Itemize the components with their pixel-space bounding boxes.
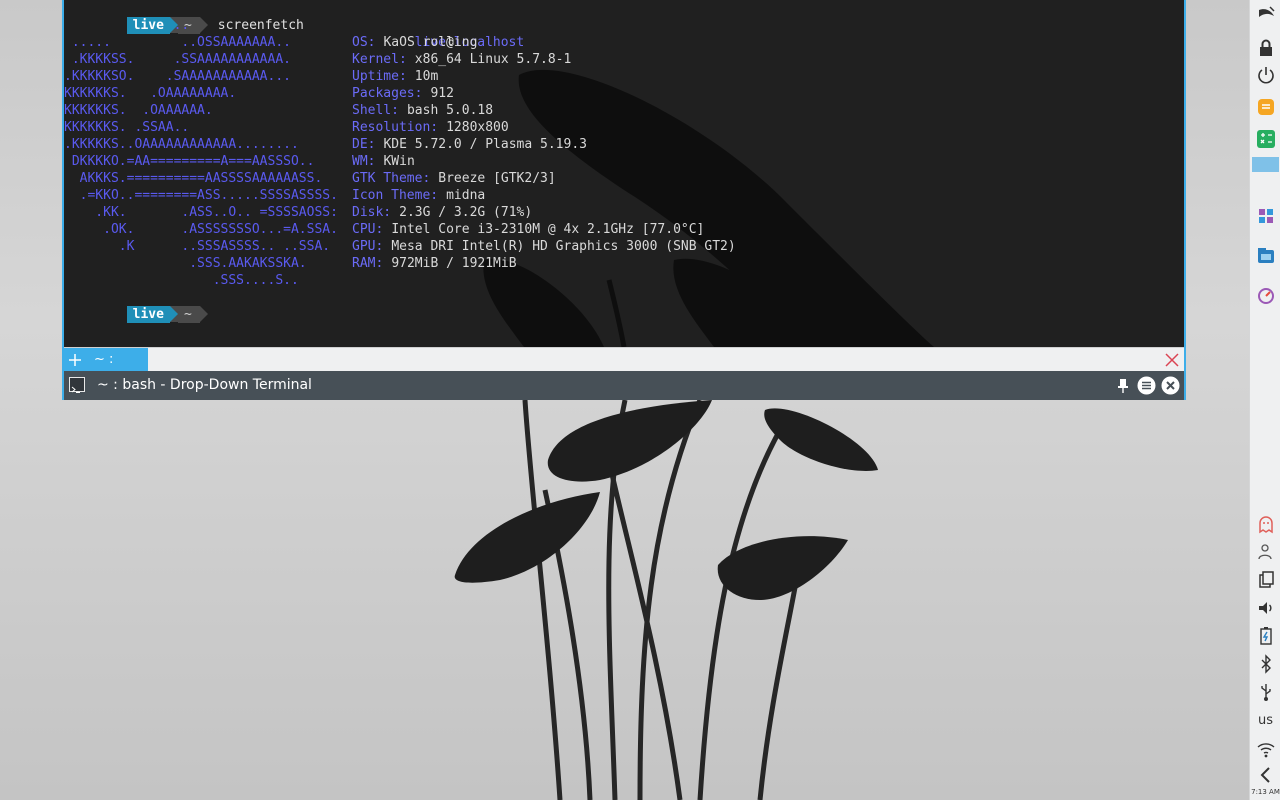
info-row: Disk: 2.3G / 3.2G (71%) — [352, 204, 532, 221]
volume-icon[interactable] — [1256, 598, 1276, 618]
system-monitor-icon[interactable] — [1256, 286, 1276, 306]
info-row: Resolution: 1280x800 — [352, 119, 509, 136]
ascii-logo-line: .OK. .ASSSSSSSO...=A.SSA. — [64, 222, 338, 237]
info-row: OS: KaOS rolling — [352, 34, 477, 51]
ascii-logo-line: .KKKKKSO. .SAAAAAAAAAAA... — [64, 69, 291, 84]
info-row: Kernel: x86_64 Linux 5.7.8-1 — [352, 51, 571, 68]
close-window-icon[interactable] — [1161, 376, 1180, 395]
bluetooth-icon[interactable] — [1256, 654, 1276, 674]
ghost-icon[interactable] — [1256, 514, 1276, 534]
info-row: RAM: 972MiB / 1921MiB — [352, 255, 517, 272]
ascii-logo-line: .KKKKSS. .SSAAAAAAAAAAA. — [64, 52, 291, 67]
terminal-icon — [69, 377, 85, 393]
close-tab-icon[interactable] — [1164, 352, 1180, 368]
ascii-logo-line: .KK. .ASS..O.. =SSSSAOSS: — [64, 205, 338, 220]
info-value: Mesa DRI Intel(R) HD Graphics 3000 (SNB … — [391, 239, 736, 254]
info-key: Packages: — [352, 86, 423, 101]
ascii-logo-line: .=KKO..========ASS.....SSSSASSSS. — [64, 188, 338, 203]
info-row: GTK Theme: Breeze [GTK2/3] — [352, 170, 556, 187]
info-key: CPU: — [352, 222, 384, 237]
battery-icon[interactable] — [1256, 626, 1276, 646]
info-key: Uptime: — [352, 69, 407, 84]
keyboard-layout-indicator[interactable]: us — [1250, 713, 1280, 728]
info-value: 1280x800 — [446, 120, 509, 135]
info-key: Resolution: — [352, 120, 439, 135]
info-value: KaOS rolling — [383, 35, 478, 50]
usb-device-icon[interactable] — [1256, 682, 1276, 702]
power-icon[interactable] — [1256, 65, 1276, 85]
info-key: GTK Theme: — [352, 171, 431, 186]
info-key: OS: — [352, 35, 376, 50]
lock-icon[interactable] — [1256, 38, 1276, 58]
ascii-logo-line: .SSS.AAKAKSSKA. — [64, 256, 307, 271]
new-tab-icon[interactable] — [68, 353, 82, 367]
info-row: GPU: Mesa DRI Intel(R) HD Graphics 3000 (… — [352, 238, 736, 255]
info-value: 972MiB / 1921MiB — [391, 256, 517, 271]
terminal-titlebar[interactable]: ~ : bash - Drop-Down Terminal — [64, 371, 1184, 400]
info-key: Icon Theme: — [352, 188, 439, 203]
prompt-line: live ~ screenfetch — [64, 0, 304, 34]
ascii-logo-line: .K ..SSSASSSS.. ..SSA. — [64, 239, 331, 254]
chevron-left-icon[interactable] — [1256, 765, 1276, 785]
active-task-indicator[interactable] — [1252, 157, 1279, 172]
ascii-logo-line: ..... ..OSSAAAAAAA.. — [64, 35, 291, 50]
info-key: Disk: — [352, 205, 392, 220]
info-row: Shell: bash 5.0.18 — [352, 102, 493, 119]
info-value: KDE 5.72.0 / Plasma 5.19.3 — [383, 137, 587, 152]
info-value: 912 — [430, 86, 454, 101]
info-key: WM: — [352, 154, 376, 169]
prompt-dir-segment-2: ~ — [177, 306, 200, 323]
clipboard-icon[interactable] — [1256, 570, 1276, 590]
ascii-logo-line: KKKKKKS. .SSAA.. — [64, 120, 190, 135]
desktop[interactable]: live ~ screenfetch live@localhost .. .....… — [0, 0, 1280, 800]
info-key: Shell: — [352, 103, 399, 118]
windows-app-icon[interactable] — [1256, 206, 1276, 226]
ascii-logo-line: .KKKKKS..OAAAAAAAAAAAA........ — [64, 137, 299, 152]
ascii-logo-line: AKKKS.==========AASSSSAAAAAASS. — [64, 171, 323, 186]
command-text: screenfetch — [217, 18, 304, 33]
tab-bar: ~ : bash — [64, 347, 1184, 391]
notes-app-icon[interactable] — [1256, 97, 1276, 117]
info-key: Kernel: — [352, 52, 407, 67]
ascii-logo-line: DKKKKO.=AA=========A===AASSSO.. — [64, 154, 315, 169]
info-value: midna — [446, 188, 486, 203]
prompt-line-2: live ~ — [64, 289, 208, 323]
dropdown-terminal-window[interactable]: live ~ screenfetch live@localhost .. .....… — [62, 0, 1186, 400]
wifi-icon[interactable] — [1256, 739, 1276, 759]
info-value: Breeze [GTK2/3] — [438, 171, 556, 186]
ascii-logo-line: .. — [64, 18, 190, 33]
info-key: GPU: — [352, 239, 384, 254]
file-manager-icon[interactable] — [1256, 246, 1276, 266]
info-row: WM: KWin — [352, 153, 415, 170]
info-row: DE: KDE 5.72.0 / Plasma 5.19.3 — [352, 136, 587, 153]
ascii-logo-line: KKKKKKS. .OAAAAAA. — [64, 103, 213, 118]
info-header: live@localhost — [352, 17, 525, 50]
info-value: KWin — [383, 154, 415, 169]
info-value: Intel Core i3-2310M @ 4x 2.1GHz [77.0°C] — [391, 222, 705, 237]
prompt-user-segment-2: live — [126, 306, 170, 323]
terminal-output[interactable]: live ~ screenfetch live@localhost .. .....… — [64, 0, 1184, 347]
info-value: x86_64 Linux 5.7.8-1 — [414, 52, 572, 67]
info-row: CPU: Intel Core i3-2310M @ 4x 2.1GHz [77.… — [352, 221, 704, 238]
info-value: 2.3G / 3.2G (71%) — [399, 205, 533, 220]
info-row: Packages: 912 — [352, 85, 454, 102]
info-value: bash 5.0.18 — [406, 103, 494, 118]
pin-icon[interactable] — [1116, 378, 1130, 393]
menu-icon[interactable] — [1137, 376, 1156, 395]
info-key: DE: — [352, 137, 376, 152]
window-title: ~ : bash - Drop-Down Terminal — [97, 377, 312, 393]
info-key: RAM: — [352, 256, 384, 271]
clock[interactable]: 7:13 AM — [1250, 788, 1280, 796]
ascii-logo-line: KKKKKKS. .OAAAAAAAA. — [64, 86, 237, 101]
plasma-panel: us 7:13 AM — [1249, 0, 1280, 800]
calculator-app-icon[interactable] — [1256, 129, 1276, 149]
info-row: Icon Theme: midna — [352, 187, 485, 204]
info-value: 10m — [414, 69, 439, 84]
ascii-logo-line: .SSS....S.. — [64, 273, 299, 288]
info-row: Uptime: 10m — [352, 68, 438, 85]
user-switch-icon[interactable] — [1256, 542, 1276, 562]
tab-bash[interactable]: ~ : bash — [64, 348, 148, 391]
application-launcher-icon[interactable] — [1256, 6, 1276, 26]
